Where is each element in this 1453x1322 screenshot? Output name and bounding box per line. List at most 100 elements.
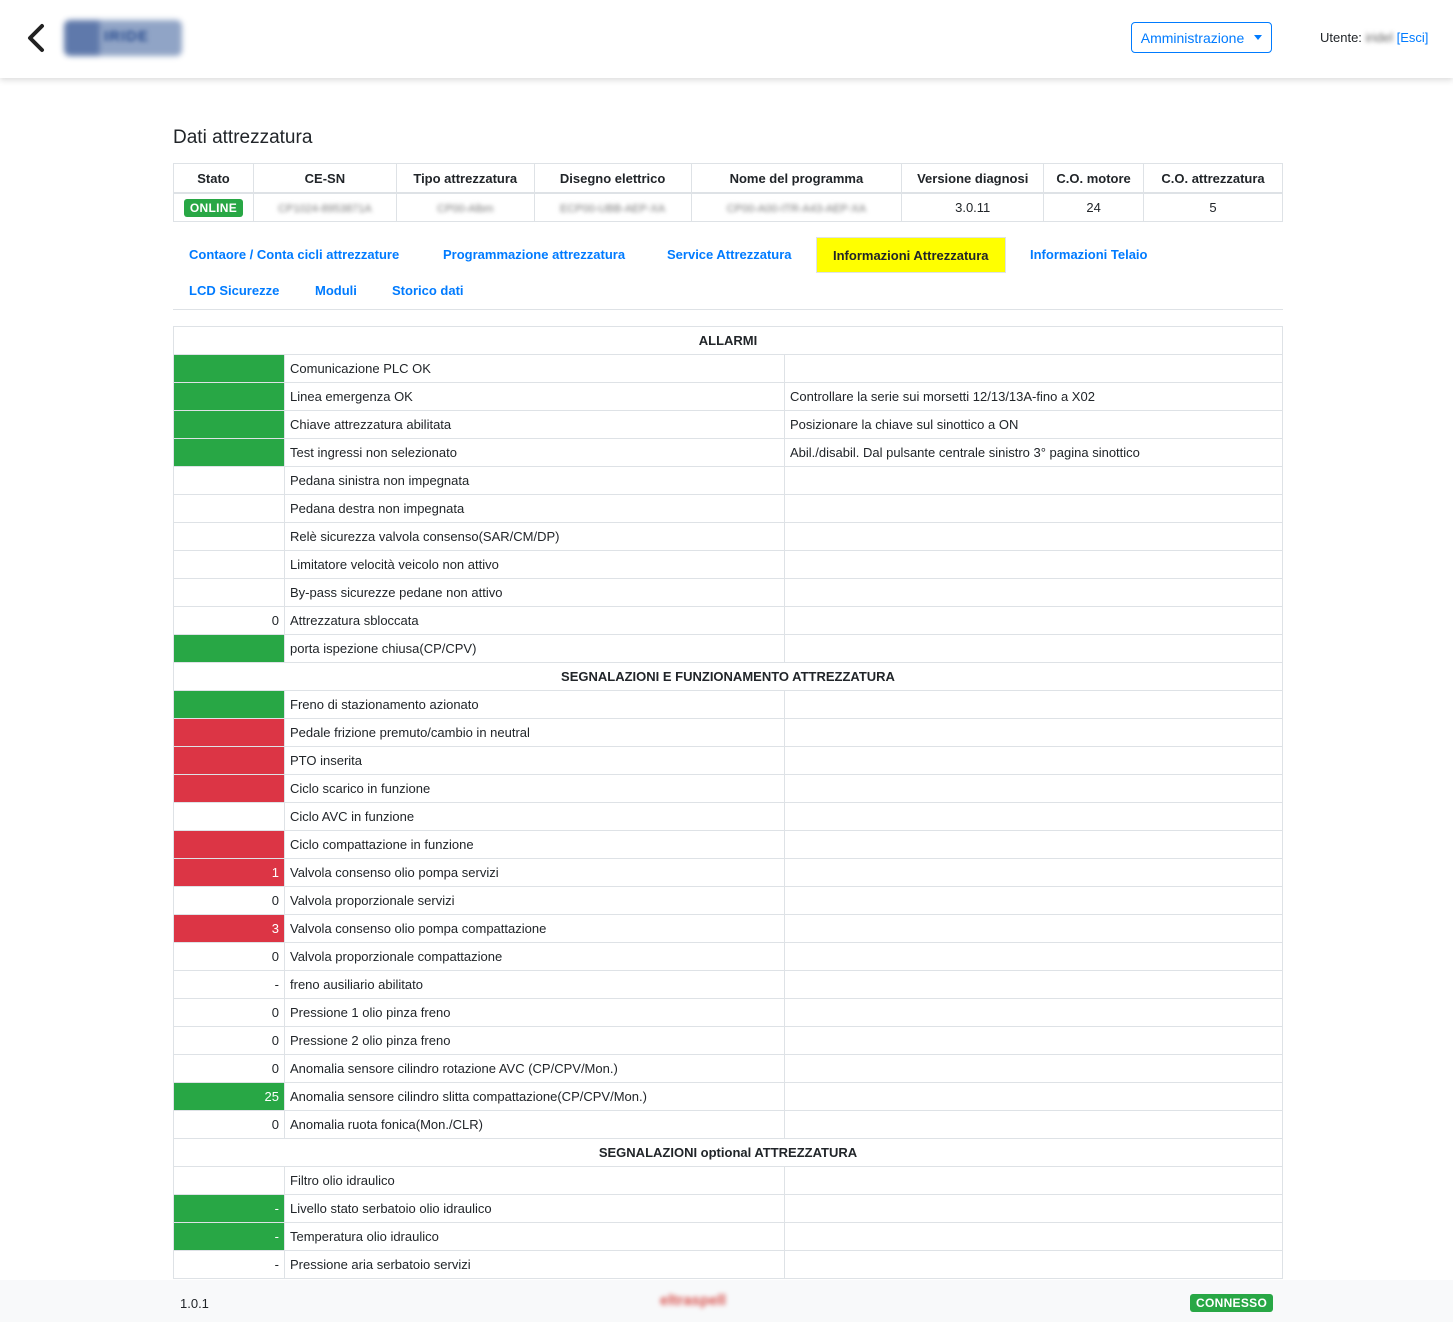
signal-label: Comunicazione PLC OK	[284, 354, 785, 383]
tab-informazioni-telaio[interactable]: Informazioni Telaio	[1014, 237, 1164, 273]
status-indicator	[173, 718, 285, 747]
signal-note	[784, 606, 1283, 635]
tab-informazioni-attrezzatura[interactable]: Informazioni Attrezzatura	[816, 237, 1006, 273]
signal-label: Valvola consenso olio pompa compattazion…	[284, 914, 785, 943]
signal-note	[784, 774, 1283, 803]
signal-label: Pressione 2 olio pinza freno	[284, 1026, 785, 1055]
signal-label: PTO inserita	[284, 746, 785, 775]
signal-label: Livello stato serbatoio olio idraulico	[284, 1194, 785, 1223]
signal-label: Pedana destra non impegnata	[284, 494, 785, 523]
co-motore-cell: 24	[1043, 192, 1145, 222]
connection-status-badge: CONNESSO	[1190, 1294, 1274, 1312]
signal-label: Anomalia ruota fonica(Mon./CLR)	[284, 1110, 785, 1139]
signal-note	[784, 1054, 1283, 1083]
signal-note	[784, 746, 1283, 775]
tab-contaore[interactable]: Contaore / Conta cicli attrezzature	[173, 237, 415, 273]
table-row: 3 Valvola consenso olio pompa compattazio…	[173, 914, 1283, 943]
signal-note	[784, 634, 1283, 663]
programma-cell: CP00-A00-ITR-A43-AEP-XA	[690, 192, 903, 222]
footer-logo: eltraspell	[660, 1292, 726, 1309]
signal-note	[784, 858, 1283, 887]
signal-note	[784, 1250, 1283, 1279]
tab-lcd-sicurezze[interactable]: LCD Sicurezze	[173, 273, 295, 309]
table-row: Chiave attrezzatura abilitata Posizionare…	[173, 410, 1283, 439]
table-row: Limitatore velocità veicolo non attivo	[173, 550, 1283, 579]
status-indicator: 25	[173, 1082, 285, 1111]
table-row: - freno ausiliario abilitato	[173, 970, 1283, 999]
signal-label: Pressione 1 olio pinza freno	[284, 998, 785, 1027]
signal-label: Pedale frizione premuto/cambio in neutra…	[284, 718, 785, 747]
status-indicator	[173, 550, 285, 579]
status-indicator: 0	[173, 998, 285, 1027]
table-row: 0 Pressione 1 olio pinza freno	[173, 998, 1283, 1027]
admin-dropdown-button[interactable]: Amministrazione	[1131, 22, 1272, 53]
equipment-table: Stato CE-SN Tipo attrezzatura Disegno el…	[173, 163, 1283, 222]
signal-label: Pressione aria serbatoio servizi	[284, 1250, 785, 1279]
table-row: Linea emergenza OK Controllare la serie s…	[173, 382, 1283, 411]
ce-sn-cell: CP1024-8953871A	[252, 192, 397, 222]
signal-note: Abil./disabil. Dal pulsante centrale sin…	[784, 438, 1283, 467]
section-title: SEGNALAZIONI E FUNZIONAMENTO ATTREZZATUR…	[173, 662, 1283, 691]
status-indicator	[173, 746, 285, 775]
status-indicator: 0	[173, 886, 285, 915]
column-header: Versione diagnosi	[901, 163, 1045, 194]
signal-note	[784, 830, 1283, 859]
status-indicator: 0	[173, 1054, 285, 1083]
table-row: Filtro olio idraulico	[173, 1166, 1283, 1195]
tab-service[interactable]: Service Attrezzatura	[651, 237, 808, 273]
table-row: 0 Valvola proporzionale servizi	[173, 886, 1283, 915]
section-title: SEGNALAZIONI optional ATTREZZATURA	[173, 1138, 1283, 1167]
column-header: Tipo attrezzatura	[395, 163, 535, 194]
table-row: Test ingressi non selezionato Abil./disab…	[173, 438, 1283, 467]
signal-label: Linea emergenza OK	[284, 382, 785, 411]
column-header: C.O. motore	[1043, 163, 1145, 194]
signal-label: Ciclo AVC in funzione	[284, 802, 785, 831]
user-info: Utente: iridel [Esci]	[1320, 30, 1428, 45]
table-row: 0 Anomalia ruota fonica(Mon./CLR)	[173, 1110, 1283, 1139]
signal-label: porta ispezione chiusa(CP/CPV)	[284, 634, 785, 663]
tab-programmazione[interactable]: Programmazione attrezzatura	[427, 237, 641, 273]
status-indicator	[173, 830, 285, 859]
signal-note	[784, 1222, 1283, 1251]
status-indicator: -	[173, 1194, 285, 1223]
signal-note	[784, 942, 1283, 971]
page-title: Dati attrezzatura	[173, 127, 313, 148]
signal-note	[784, 914, 1283, 943]
signal-note	[784, 550, 1283, 579]
status-indicator: 0	[173, 606, 285, 635]
tipo-cell: CP00-Albm	[395, 192, 535, 222]
logout-link[interactable]: [Esci]	[1397, 30, 1429, 45]
admin-dropdown-label: Amministrazione	[1140, 29, 1245, 46]
signal-note	[784, 1082, 1283, 1111]
caret-down-icon	[1254, 35, 1263, 40]
table-row: 0 Anomalia sensore cilindro rotazione AVC…	[173, 1054, 1283, 1083]
table-row: Ciclo AVC in funzione	[173, 802, 1283, 831]
status-indicator: 0	[173, 1110, 285, 1139]
table-row: Pedana sinistra non impegnata	[173, 466, 1283, 495]
column-header: Disegno elettrico	[533, 163, 692, 194]
tab-moduli[interactable]: Moduli	[299, 273, 373, 309]
status-badge: ONLINE	[183, 198, 244, 217]
signal-note	[784, 1194, 1283, 1223]
signal-label: Filtro olio idraulico	[284, 1166, 785, 1195]
table-row: Ciclo scarico in funzione	[173, 774, 1283, 803]
back-arrow-icon[interactable]	[22, 22, 52, 54]
signal-label: Valvola consenso olio pompa servizi	[284, 858, 785, 887]
signal-note	[784, 802, 1283, 831]
signal-note	[784, 970, 1283, 999]
status-indicator	[173, 410, 285, 439]
user-label: Utente:	[1320, 30, 1362, 45]
tab-bar: Contaore / Conta cicli attrezzature Prog…	[173, 237, 1283, 310]
signal-label: Limitatore velocità veicolo non attivo	[284, 550, 785, 579]
tab-storico-dati[interactable]: Storico dati	[376, 273, 480, 309]
table-row: - Temperatura olio idraulico	[173, 1222, 1283, 1251]
diagnostics-table: ALLARMI Comunicazione PLC OK Linea emergen…	[173, 326, 1283, 1279]
footer: 1.0.1 eltraspell CONNESSO	[0, 1280, 1453, 1322]
signal-note: Posizionare la chiave sul sinottico a ON	[784, 410, 1283, 439]
signal-note	[784, 1110, 1283, 1139]
table-row: 1 Valvola consenso olio pompa servizi	[173, 858, 1283, 887]
status-indicator	[173, 438, 285, 467]
table-row: - Pressione aria serbatoio servizi	[173, 1250, 1283, 1279]
signal-label: By-pass sicurezze pedane non attivo	[284, 578, 785, 607]
status-indicator	[173, 466, 285, 495]
